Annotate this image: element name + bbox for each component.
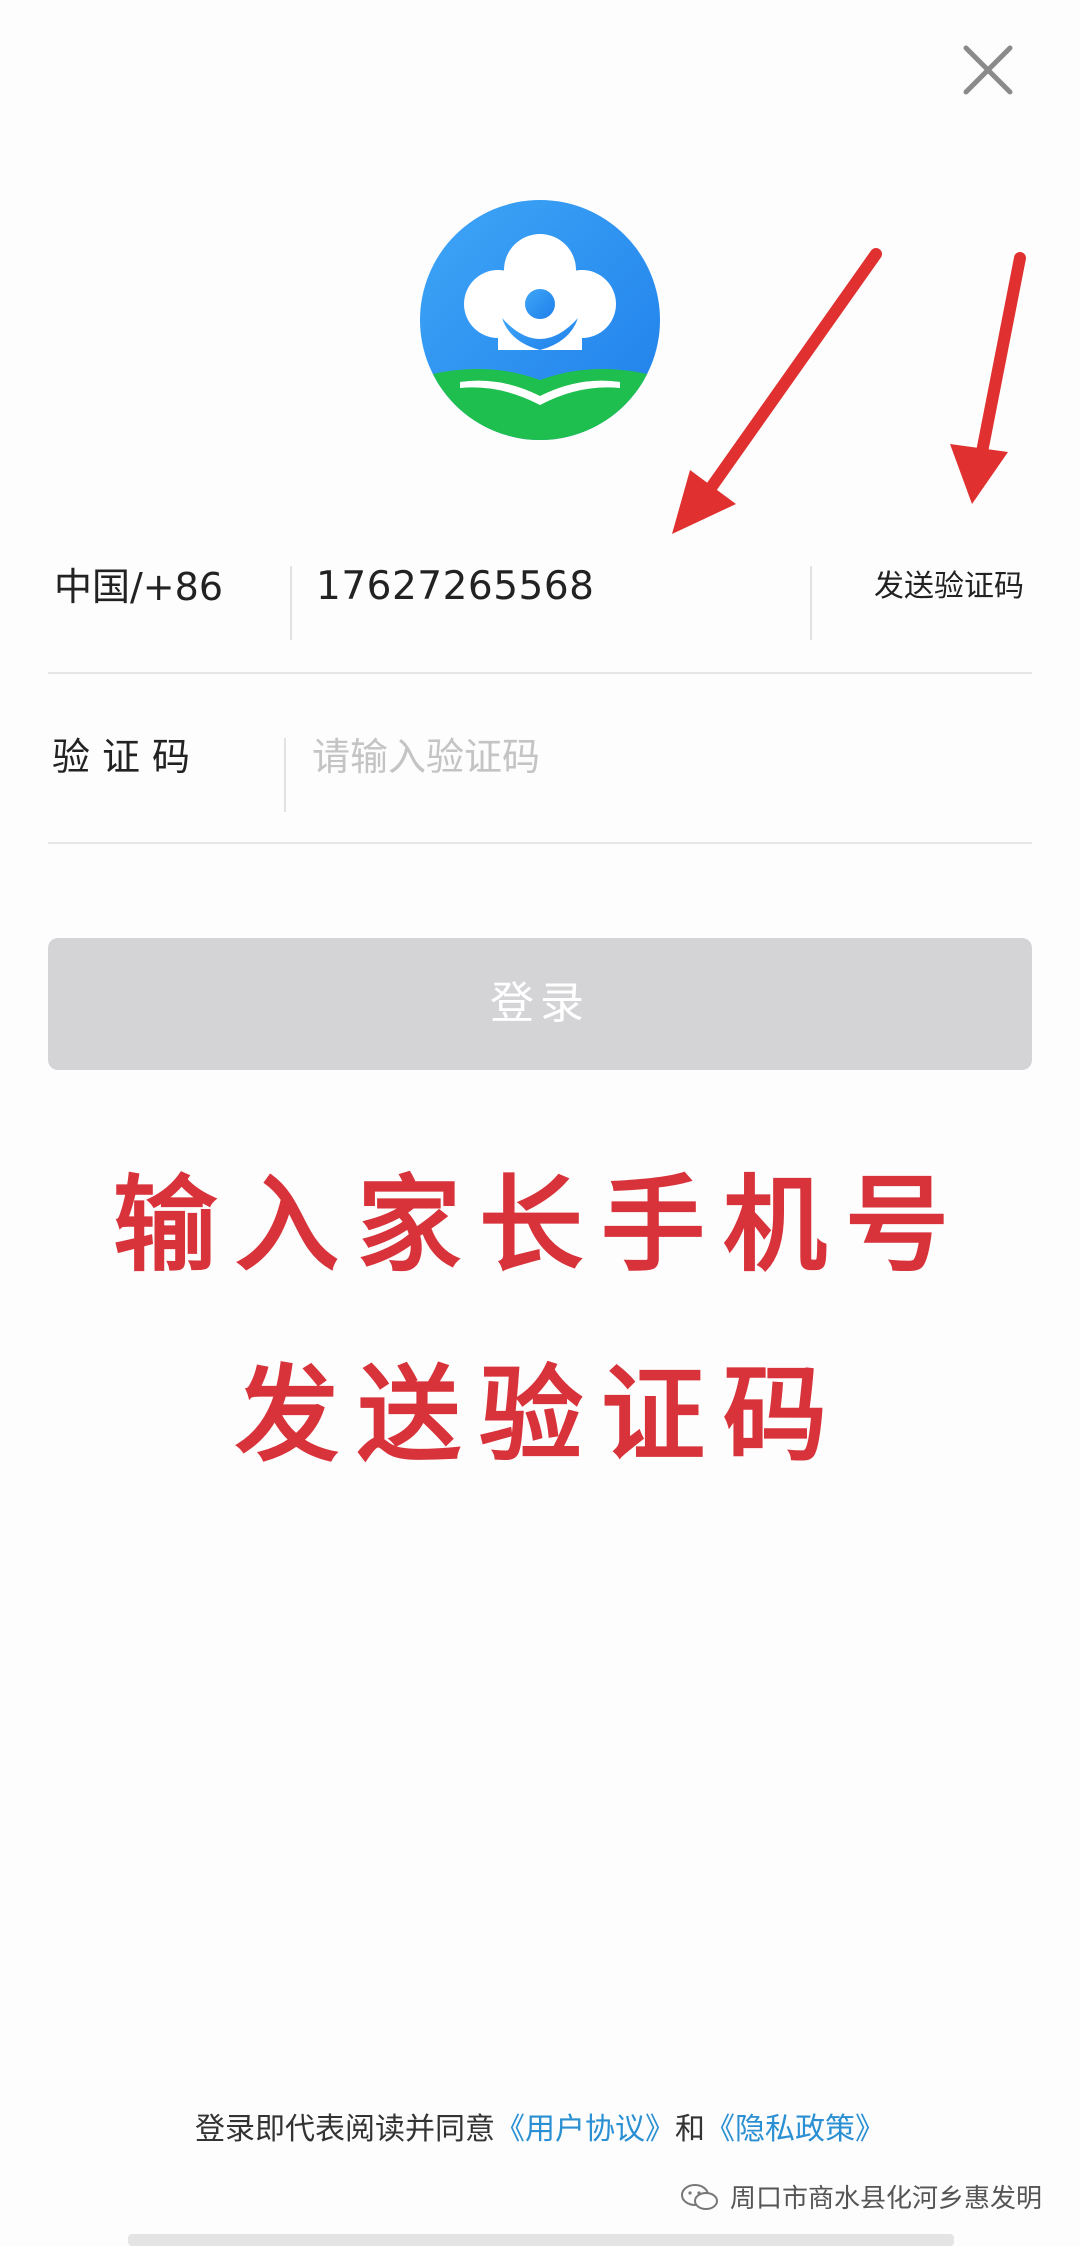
divider — [290, 566, 292, 640]
user-agreement-link[interactable]: 《用户协议》 — [495, 2112, 675, 2147]
annotation-line-2: 发送验证码 — [234, 1353, 845, 1476]
watermark-text: 周口市商水县化河乡惠发明 — [730, 2184, 1043, 2214]
login-button[interactable]: 登录 — [48, 938, 1032, 1070]
verification-code-input[interactable] — [312, 722, 992, 792]
phone-number-field[interactable]: 17627265568 — [316, 502, 594, 672]
code-row: 验证码 — [48, 672, 1032, 844]
annotation-line-1: 输入家长手机号 — [112, 1163, 967, 1286]
send-code-button[interactable]: 发送验证码 — [874, 502, 1024, 672]
wechat-icon — [681, 2183, 718, 2210]
agreement-prefix: 登录即代表阅读并同意 — [195, 2112, 495, 2147]
bottom-bar — [128, 2234, 954, 2246]
agreement-footer: 登录即代表阅读并同意《用户协议》和《隐私政策》 — [0, 2104, 1080, 2148]
divider — [810, 566, 812, 640]
divider — [284, 738, 286, 812]
country-code-selector[interactable]: 中国/+86 — [54, 502, 223, 672]
close-button[interactable] — [958, 40, 1018, 100]
code-label: 验证码 — [52, 735, 203, 779]
close-icon — [963, 45, 1013, 95]
phone-row: 中国/+86 17627265568 发送验证码 — [48, 502, 1032, 674]
agreement-and: 和 — [675, 2112, 705, 2147]
app-logo — [420, 200, 660, 440]
privacy-policy-link[interactable]: 《隐私政策》 — [705, 2112, 885, 2147]
watermark: 周口市商水县化河乡惠发明 — [680, 2178, 1042, 2215]
